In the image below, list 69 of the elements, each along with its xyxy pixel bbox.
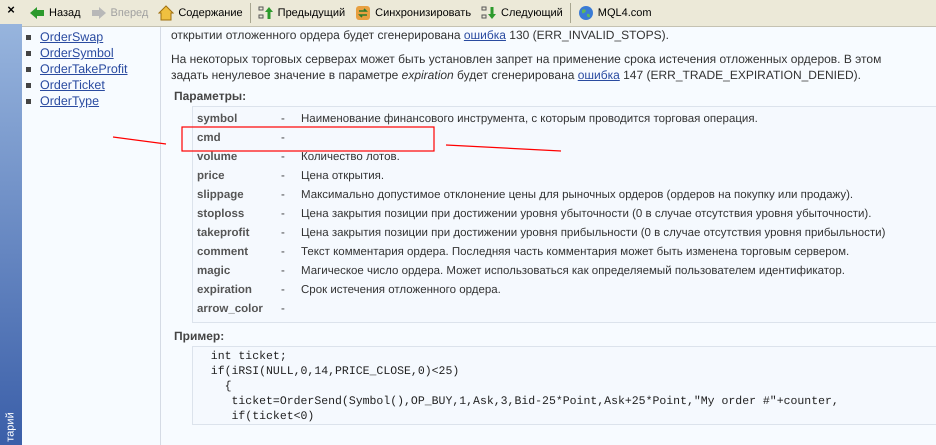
toolbar-button[interactable]: Синхронизировать [350,3,476,23]
code-line: int ticket; [210,349,288,364]
bullet-icon [26,82,31,88]
parameter-dash: - [281,112,286,124]
parameter-name: comment [196,246,250,258]
annotation-line [112,136,166,145]
up-arrow-icon [258,5,274,21]
parameter-description: Цена открытия. [301,170,384,182]
parameter-dash: - [281,264,286,276]
parameter-description: Магическое число ордера. Может использоваться как определяемый пользователем идентификатор. [301,264,845,276]
toolbar-button[interactable]: Следующий [476,3,568,23]
parameter-dash: - [281,170,286,182]
parameter-description: Срок истечения отложенного ордера. [301,284,501,296]
close-button[interactable]: × [0,0,22,24]
section-heading: Параметры: [174,89,248,103]
back-arrow-icon [29,5,45,21]
error-link[interactable]: ошибка [464,28,506,42]
paragraph-line: открытии отложенного ордера будет сгенерирована ошибка 130 (ERR_INVALID_STOPS). [171,27,670,43]
section-heading: Пример: [174,329,226,343]
parameter-name: magic [196,264,232,276]
parameter-name: takeprofit [196,226,250,238]
toolbar-button[interactable]: Назад [24,3,86,23]
parameter-name: symbol [196,112,238,124]
parameter-dash: - [281,208,286,220]
sync-icon [355,5,372,21]
parameter-dash: - [281,132,286,144]
parameter-description: Цена закрытия позиции при достижении уровня прибыльности (0 в случае отсутствия уровня прибыльности) [301,226,886,238]
sidebar-link[interactable]: OrderSymbol [40,46,114,60]
sidebar-link[interactable]: OrderTakeProfit [40,62,128,76]
parameter-name: volume [196,150,238,162]
sidebar-link[interactable]: OrderSwap [40,30,104,44]
parameter-dash: - [281,284,286,296]
parameter-name: expiration [196,284,253,296]
parameter-description: Цена закрытия позиции при достижении уровня убыточности (0 в случае отсутствия уровня убыточности). [301,208,872,220]
code-line: ticket=OrderSend(Symbol(),OP_BUY,1,Ask,3,Bid-25*Point,Ask+25*Point,"My order #"+counter, [230,394,840,409]
paragraph-line: задать ненулевое значение в параметре expiration будет сгенерирована ошибка 147 (ERR_TRADE_EXPIRATION_DENIED). [171,67,862,83]
bullet-icon [26,50,31,56]
toolbar-button[interactable]: Содержание [153,3,248,23]
bullet-icon [26,66,31,72]
parameter-description: Текст комментария ордера. Последняя часть комментария может быть изменена торговым сервером. [301,246,850,258]
parameter-name: slippage [196,188,245,200]
paragraph-line: На некоторых торговых серверах может быть установлен запрет на применение срока истечения отложенных ордеров. В этом [171,51,882,67]
down-arrow-icon [481,5,498,21]
bullet-icon [26,98,31,104]
parameter-dash: - [281,188,286,200]
code-line: if(ticket<0) [230,409,316,424]
globe-icon [578,5,594,21]
toolbar-button[interactable]: Предыдущий [252,3,350,23]
code-line: if(iRSI(NULL,0,14,PRICE_CLOSE,0)<25) [210,364,460,379]
toolbar-button[interactable]: MQL4.com [572,3,657,23]
parameter-description: Количество лотов. [301,150,400,162]
parameter-description: Максимально допустимое отклонение цены для рыночных ордеров (ордеров на покупку или продажу). [301,188,854,200]
parameter-description: Наименование финансового инструмента, с которым проводится торговая операция. [301,112,758,124]
parameter-name: price [196,170,226,182]
panel-caption: тарий [5,412,17,442]
home-icon [158,5,174,21]
sidebar-link[interactable]: OrderType [40,94,100,108]
code-line: { [224,379,233,394]
bullet-icon [26,34,31,40]
parameter-dash: - [281,302,286,314]
parameter-dash: - [281,226,286,238]
forward-arrow-icon [90,5,107,21]
parameter-dash: - [281,246,286,258]
error-link[interactable]: ошибка [578,68,620,82]
parameter-name: arrow_color [196,302,264,314]
parameter-dash: - [281,150,286,162]
sidebar-link[interactable]: OrderTicket [40,78,105,92]
parameter-name: cmd [196,132,222,144]
parameter-name: stoploss [196,208,246,220]
